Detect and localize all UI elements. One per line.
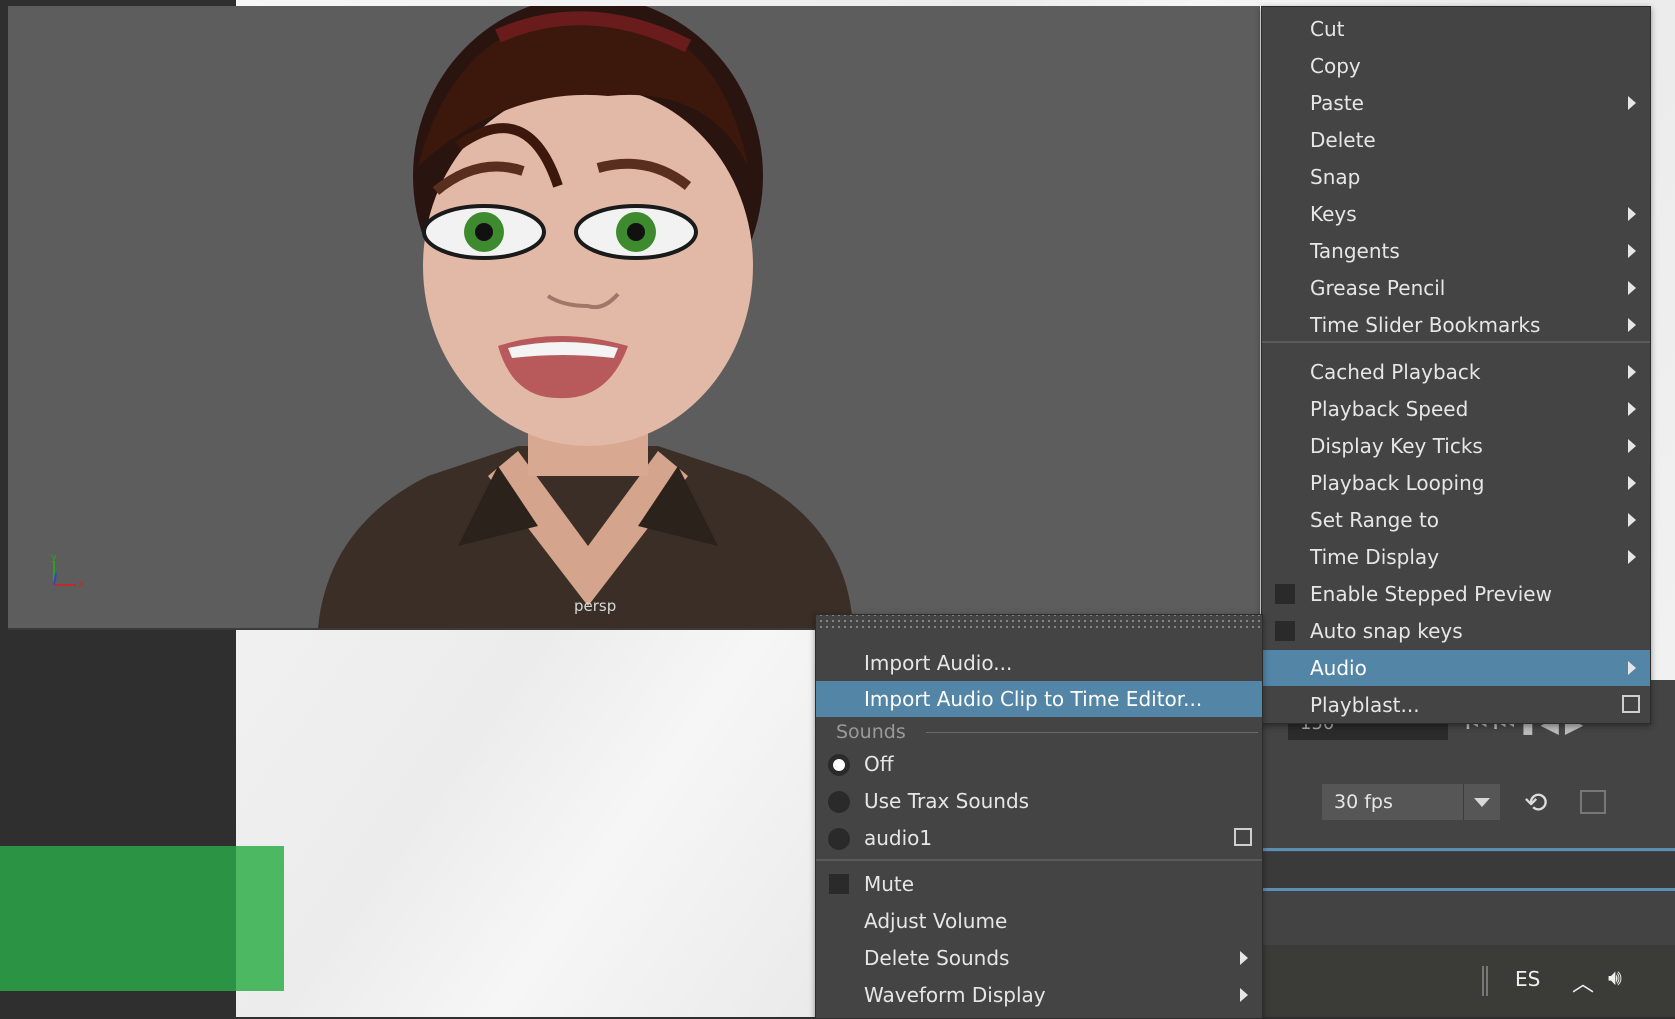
menu-item-adjust-volume[interactable]: Adjust Volume [816, 903, 1262, 939]
chevron-right-icon [1628, 476, 1636, 490]
chevron-right-icon [1628, 661, 1636, 675]
menu-item-grease-pencil[interactable]: Grease Pencil [1262, 270, 1650, 306]
menu-item-copy[interactable]: Copy [1262, 48, 1650, 84]
loop-icon[interactable]: ⟲ [1524, 786, 1547, 819]
radio-selected-icon[interactable] [828, 754, 850, 776]
menu-item-delete[interactable]: Delete [1262, 122, 1650, 158]
menu-item-waveform-display[interactable]: Waveform Display [816, 977, 1262, 1013]
fps-dropdown[interactable]: 30 fps [1322, 784, 1500, 820]
menu-item-delete-sounds[interactable]: Delete Sounds [816, 940, 1262, 976]
chevron-up-icon[interactable]: ︿ [1572, 966, 1594, 998]
axis-x-label: x [78, 579, 84, 590]
chevron-right-icon [1240, 988, 1248, 1002]
sound-option-use-trax-sounds[interactable]: Use Trax Sounds [816, 783, 1262, 819]
menu-item-snap[interactable]: Snap [1262, 159, 1650, 195]
audio-submenu: Import Audio... Import Audio Clip to Tim… [815, 614, 1263, 1019]
menu-item-time-display[interactable]: Time Display [1262, 539, 1650, 575]
tear-off-handle[interactable] [816, 615, 1262, 629]
chevron-right-icon [1628, 281, 1636, 295]
checkbox[interactable] [1275, 621, 1295, 641]
fps-value: 30 fps [1334, 791, 1393, 813]
camera-label: persp [574, 597, 617, 615]
sounds-section-label: Sounds [836, 721, 906, 743]
audio-strip [1262, 852, 1675, 888]
menu-item-import-audio[interactable]: Import Audio... [816, 645, 1262, 681]
menu-separator [816, 859, 1262, 861]
chevron-right-icon [1628, 402, 1636, 416]
chevron-right-icon [1628, 365, 1636, 379]
chevron-right-icon [1240, 951, 1248, 965]
cache-grid-icon[interactable] [1580, 790, 1606, 814]
menu-item-cached-playback[interactable]: Cached Playback [1262, 354, 1650, 390]
chevron-right-icon [1628, 318, 1636, 332]
option-box-icon[interactable] [1622, 695, 1640, 713]
chevron-right-icon [1628, 550, 1636, 564]
menu-item-import-audio-clip[interactable]: Import Audio Clip to Time Editor... [816, 681, 1262, 717]
menu-item-audio[interactable]: Audio [1262, 650, 1650, 686]
timeline-gap [1262, 891, 1675, 945]
menu-item-display-key-ticks[interactable]: Display Key Ticks [1262, 428, 1650, 464]
taskbar-separator [1482, 966, 1488, 996]
chevron-right-icon [1628, 439, 1636, 453]
menu-item-tangents[interactable]: Tangents [1262, 233, 1650, 269]
section-divider [926, 732, 1258, 733]
viewport-persp[interactable]: y x persp [8, 6, 1260, 630]
checkbox[interactable] [1275, 584, 1295, 604]
radio-icon[interactable] [828, 828, 850, 850]
menu-item-cut[interactable]: Cut [1262, 11, 1650, 47]
radio-icon[interactable] [828, 791, 850, 813]
sound-option-off[interactable]: Off [816, 746, 1262, 782]
slide-green-bar [0, 846, 236, 991]
checkbox[interactable] [829, 874, 849, 894]
menu-item-mute[interactable]: Mute [816, 866, 1262, 902]
sound-option-audio1[interactable]: audio1 [816, 820, 1262, 856]
menu-item-set-range-to[interactable]: Set Range to [1262, 502, 1650, 538]
chevron-down-icon [1463, 784, 1500, 820]
chevron-right-icon [1628, 207, 1636, 221]
slide-green-accent [236, 846, 284, 991]
menu-item-keys[interactable]: Keys [1262, 196, 1650, 232]
chevron-right-icon [1628, 96, 1636, 110]
language-indicator[interactable]: ES [1515, 967, 1540, 991]
menu-separator [1262, 341, 1650, 343]
menu-item-time-slider-bookmarks[interactable]: Time Slider Bookmarks [1262, 307, 1650, 343]
character-model [318, 6, 853, 628]
chevron-right-icon [1628, 244, 1636, 258]
menu-item-enable-stepped-preview[interactable]: Enable Stepped Preview [1262, 576, 1650, 612]
option-box-icon[interactable] [1234, 828, 1252, 846]
menu-item-paste[interactable]: Paste [1262, 85, 1650, 121]
menu-item-playback-looping[interactable]: Playback Looping [1262, 465, 1650, 501]
chevron-right-icon [1628, 513, 1636, 527]
volume-icon[interactable]: 🔊︎ [1608, 966, 1622, 991]
axis-gizmo: y x [51, 552, 84, 590]
menu-item-playback-speed[interactable]: Playback Speed [1262, 391, 1650, 427]
axis-y-label: y [51, 552, 57, 563]
menu-item-auto-snap-keys[interactable]: Auto snap keys [1262, 613, 1650, 649]
time-slider-context-menu: Cut Copy Paste Delete Snap Keys Tangents… [1261, 6, 1651, 724]
menu-item-playblast[interactable]: Playblast... [1262, 687, 1650, 723]
timeline-divider [1262, 848, 1675, 851]
